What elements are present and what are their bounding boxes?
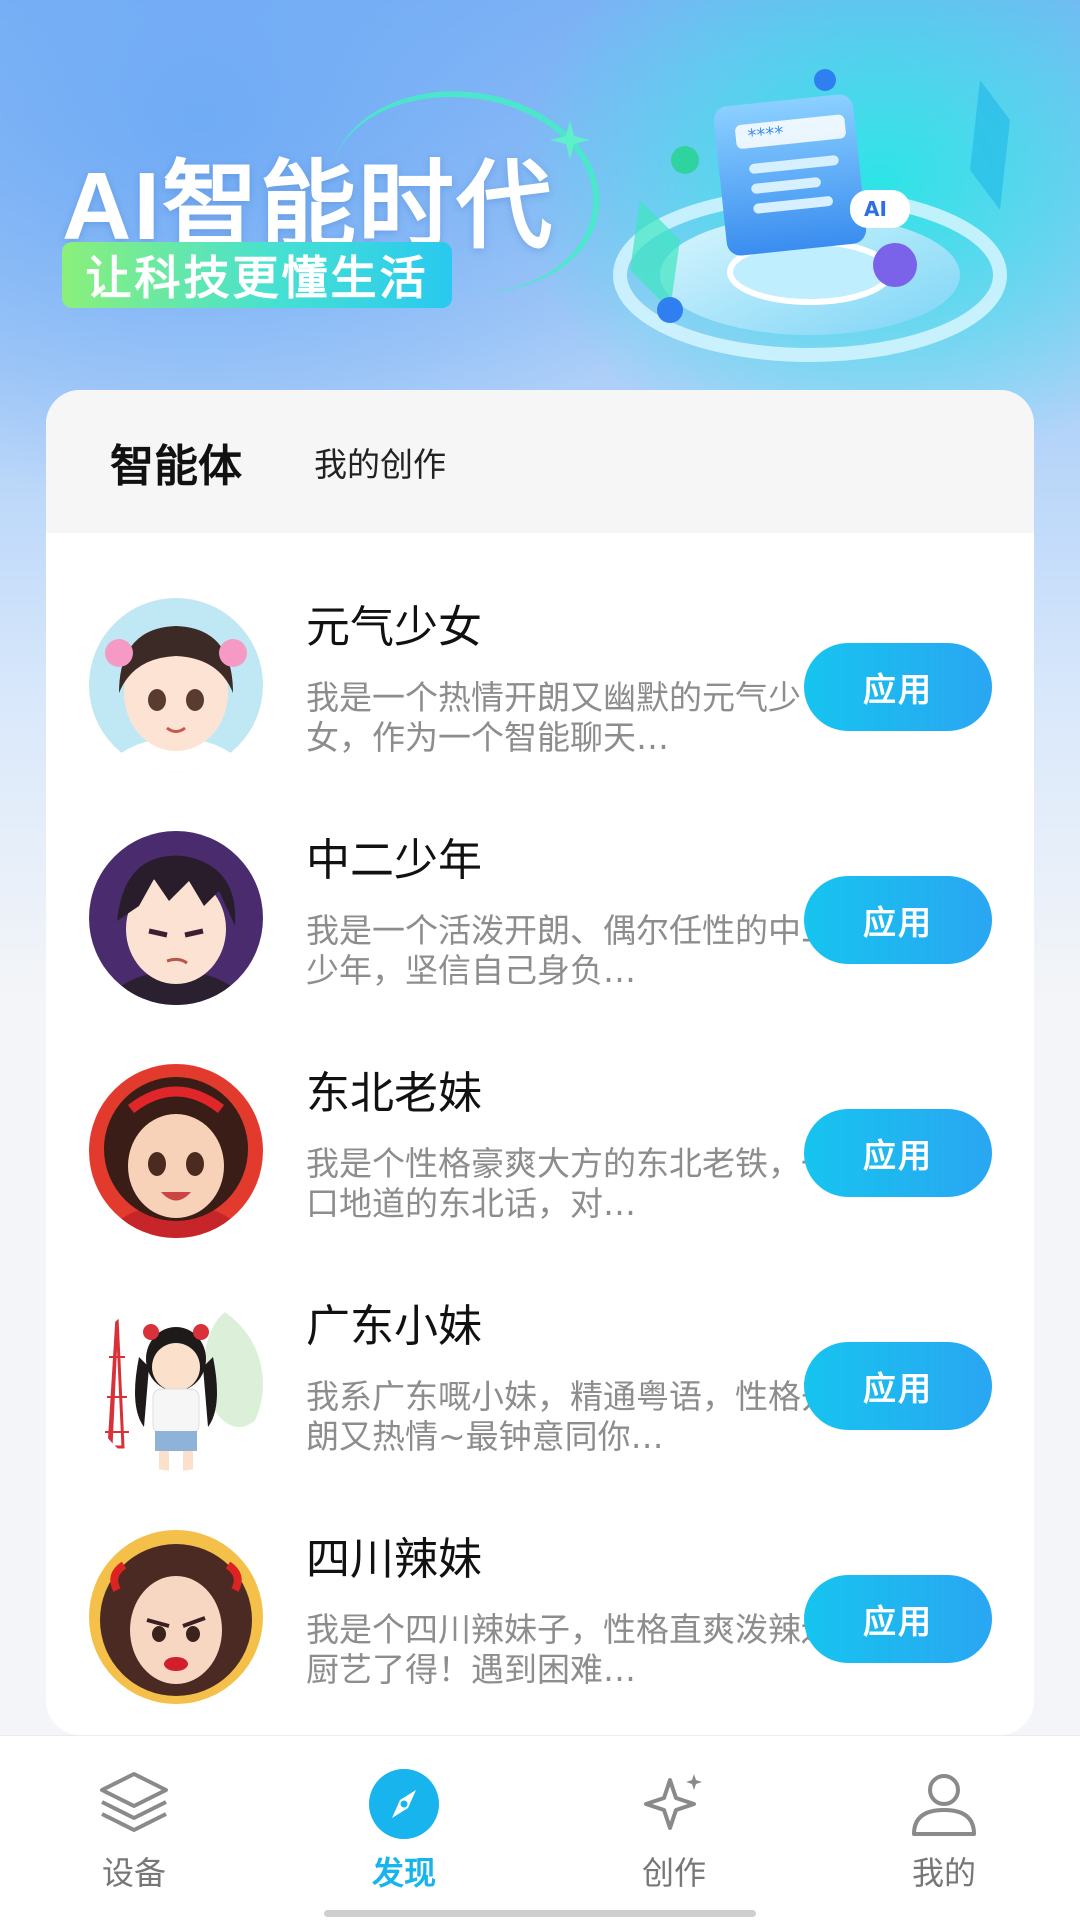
tab-agents[interactable]: 智能体	[106, 430, 246, 496]
curly-girl-avatar-icon	[89, 1064, 263, 1238]
canton-girl-avatar-icon	[89, 1297, 263, 1471]
apply-button[interactable]: 应用	[804, 876, 992, 964]
agent-name: 广东小妹	[306, 1301, 482, 1352]
tab-my-creations[interactable]: 我的创作	[314, 438, 446, 486]
agent-description: 我是一个热情开朗又幽默的元气少女，作为一个智能聊天…	[306, 678, 801, 757]
agent-list: 元气少女 我是一个热情开朗又幽默的元气少女，作为一个智能聊天… 应用 中二少年 …	[46, 533, 1034, 1735]
nav-label-create: 创作	[641, 1854, 706, 1892]
sichuan-girl-avatar-icon	[89, 1530, 263, 1704]
home-indicator	[324, 1910, 756, 1917]
agent-description: 我系广东嘅小妹，精通粤语，性格开朗又热情~最钟意同你…	[306, 1377, 834, 1456]
layers-icon	[100, 1772, 168, 1832]
nav-label-devices: 设备	[101, 1854, 166, 1892]
girl-avatar-icon	[89, 598, 263, 772]
user-icon	[912, 1774, 976, 1836]
ai-badge-text: AI	[864, 197, 887, 221]
boy-avatar-icon	[89, 831, 263, 1005]
nav-item-create[interactable]: 创作	[594, 1766, 754, 1894]
agent-card: 智能体 我的创作 元气少女 我是一个热情开朗又幽默的元气少女，作为一个智能聊天……	[46, 390, 1034, 1735]
sparkle-star-icon	[550, 120, 590, 160]
apply-button[interactable]: 应用	[804, 1575, 992, 1663]
agent-name: 中二少年	[306, 835, 482, 886]
apply-button[interactable]: 应用	[804, 643, 992, 731]
nav-label-profile: 我的	[911, 1854, 976, 1892]
agent-list-item[interactable]: 广东小妹 我系广东嘅小妹，精通粤语，性格开朗又热情~最钟意同你… 应用	[46, 1277, 1034, 1510]
agent-list-item[interactable]: 东北老妹 我是个性格豪爽大方的东北老铁，一口地道的东北话，对… 应用	[46, 1044, 1034, 1277]
compass-icon	[369, 1769, 439, 1839]
agent-list-item[interactable]: 四川辣妹 我是个四川辣妹子，性格直爽泼辣还厨艺了得！遇到困难… 应用	[46, 1510, 1034, 1735]
nav-item-devices[interactable]: 设备	[54, 1766, 214, 1894]
hero-subtitle: 让科技更懂生活	[62, 242, 452, 308]
nav-item-discover[interactable]: 发现	[324, 1766, 484, 1894]
agent-description: 我是个性格豪爽大方的东北老铁，一口地道的东北话，对…	[306, 1144, 834, 1223]
agent-description: 我是一个活泼开朗、偶尔任性的中二少年，坚信自己身负…	[306, 911, 834, 990]
agent-name: 元气少女	[306, 602, 482, 653]
tab-agents-label: 智能体	[110, 440, 242, 492]
agent-description: 我是个四川辣妹子，性格直爽泼辣还厨艺了得！遇到困难…	[306, 1610, 834, 1689]
art-stars-text: ****	[747, 122, 785, 147]
tab-my-creations-label: 我的创作	[314, 444, 446, 484]
nav-label-discover: 发现	[371, 1854, 436, 1892]
agent-list-item[interactable]: 中二少年 我是一个活泼开朗、偶尔任性的中二少年，坚信自己身负… 应用	[46, 811, 1034, 1044]
agent-name: 东北老妹	[306, 1068, 482, 1119]
apply-button[interactable]: 应用	[804, 1342, 992, 1430]
bottom-nav: 设备 发现 创作 我的	[0, 1735, 1080, 1920]
tab-bar: 智能体 我的创作	[46, 390, 1034, 533]
nav-item-profile[interactable]: 我的	[864, 1766, 1024, 1894]
ai-document-illustration: **** AI	[613, 69, 1010, 362]
agent-list-item[interactable]: 元气少女 我是一个热情开朗又幽默的元气少女，作为一个智能聊天… 应用	[46, 578, 1034, 811]
sparkle-icon	[644, 1774, 702, 1830]
apply-button[interactable]: 应用	[804, 1109, 992, 1197]
agent-name: 四川辣妹	[306, 1534, 482, 1585]
